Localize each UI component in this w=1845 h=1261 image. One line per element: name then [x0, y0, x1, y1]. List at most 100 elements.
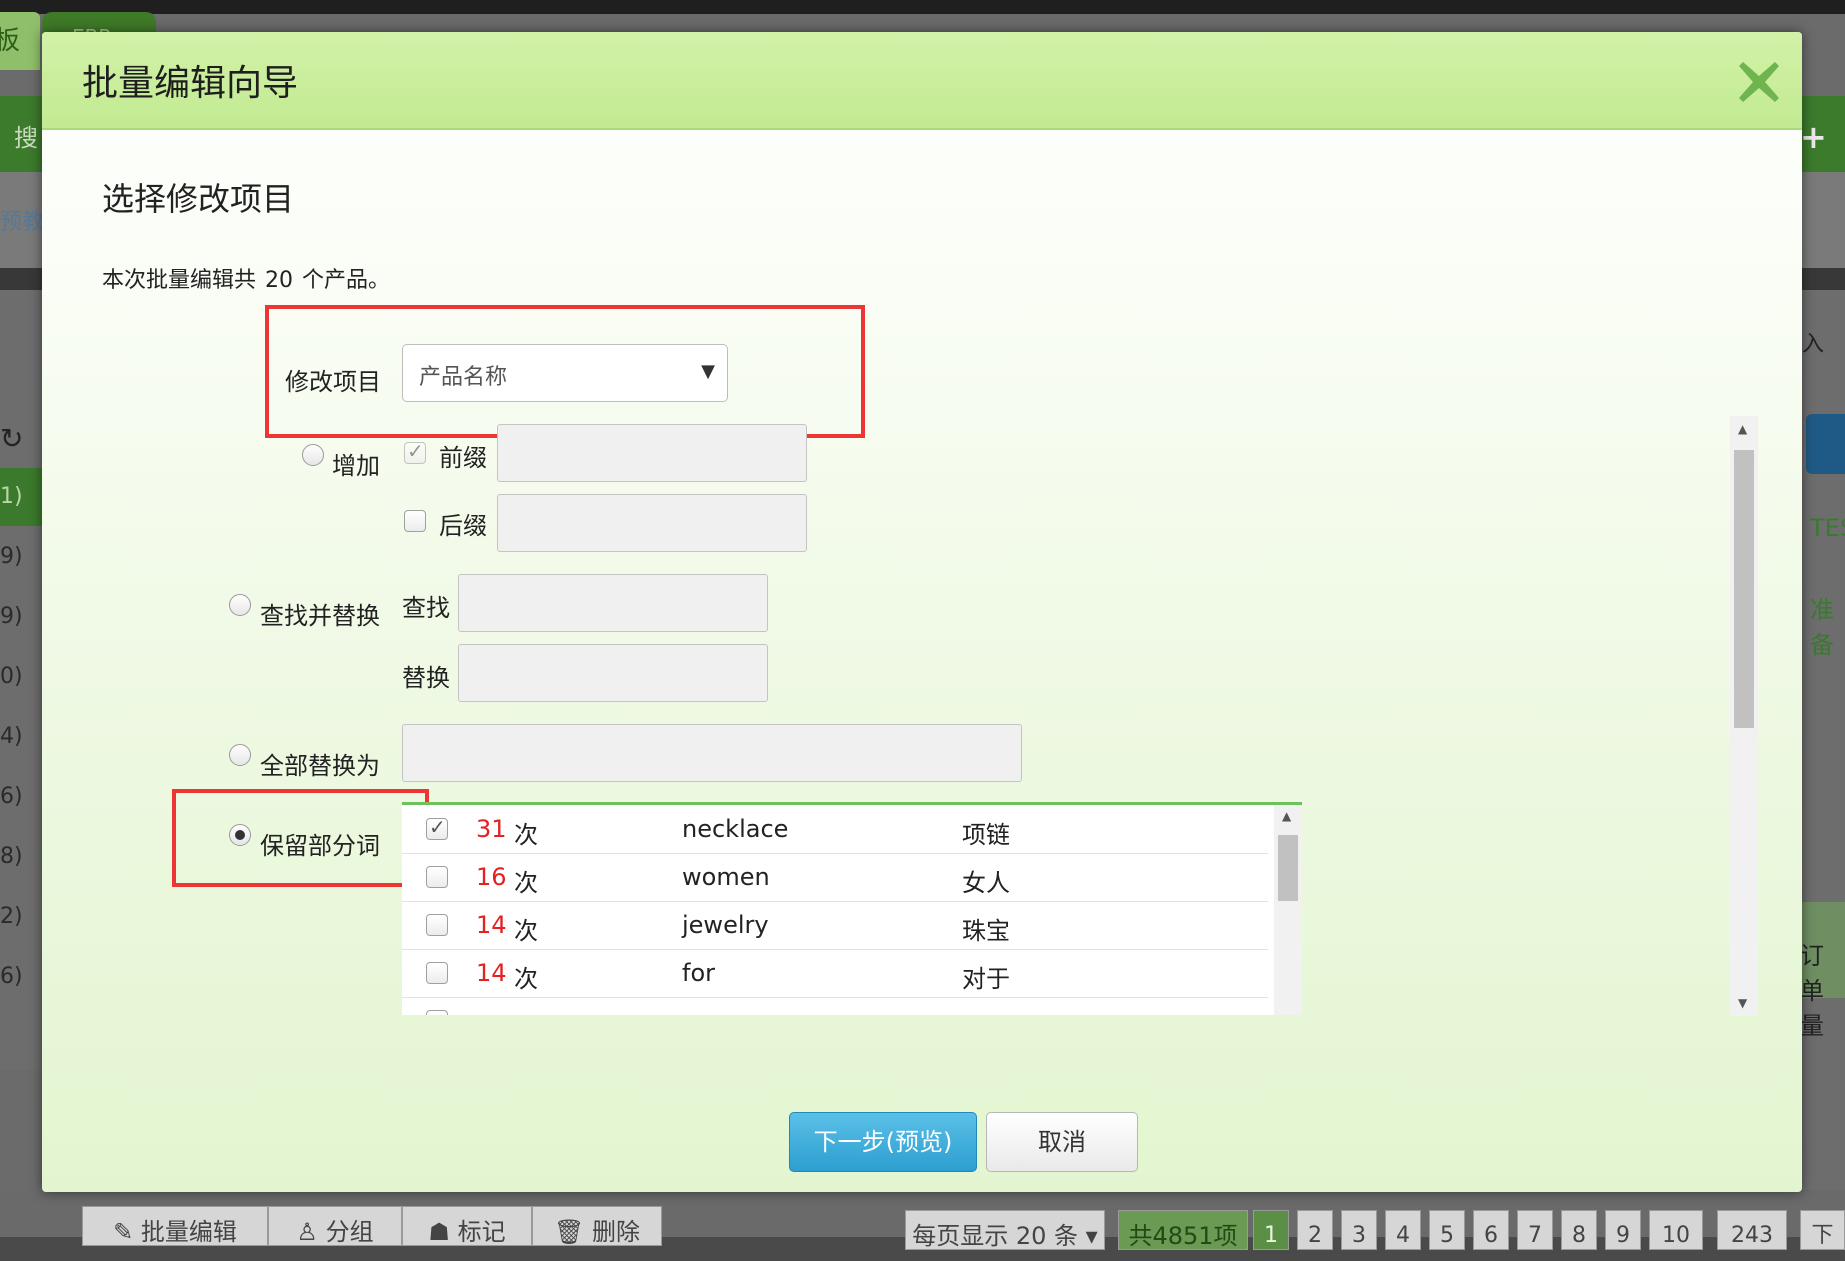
total-count: 共4851项 [1118, 1210, 1248, 1250]
replace-all-radio[interactable] [229, 744, 251, 766]
scroll-thumb[interactable] [1734, 450, 1754, 728]
section-title: 选择修改项目 [102, 180, 295, 218]
word-checkbox[interactable] [426, 1010, 448, 1015]
page-link[interactable]: 3 [1341, 1210, 1377, 1250]
page-link[interactable]: 10 [1649, 1210, 1703, 1250]
word-text: women [682, 863, 770, 891]
dialog-header: 批量编辑向导 [42, 32, 1802, 130]
top-bar [0, 0, 1845, 14]
find-replace-label: 查找并替换 [260, 602, 380, 630]
highlight-box [265, 305, 865, 438]
word-text: jewelry [682, 911, 769, 939]
suffix-label: 后缀 [439, 512, 487, 540]
list-item[interactable]: 31 次 necklace 项链 [402, 805, 1268, 854]
left-selected-item[interactable]: 1) [0, 468, 42, 526]
find-replace-radio[interactable] [229, 594, 251, 616]
search-icon[interactable]: 搜 [14, 118, 44, 152]
page-link[interactable]: 5 [1429, 1210, 1465, 1250]
bg-tab[interactable]: 板 [0, 12, 40, 70]
scroll-down-icon[interactable]: ▼ [1738, 996, 1747, 1010]
word-checkbox[interactable] [426, 914, 448, 936]
next-page-link[interactable]: 下 [1800, 1210, 1845, 1250]
scroll-thumb[interactable] [1278, 835, 1298, 901]
tag-button[interactable]: ☗ 标记 [402, 1206, 532, 1246]
dialog-scrollbar[interactable]: ▲ ▼ [1730, 416, 1758, 1016]
plus-icon[interactable]: + [1800, 118, 1827, 156]
highlight-box [172, 789, 429, 887]
count-unit: 次 [514, 869, 538, 897]
list-item[interactable]: 16 次 women 女人 [402, 853, 1268, 902]
word-text: necklace [682, 815, 789, 843]
per-page-select[interactable]: 每页显示 20 条 ▾ [905, 1210, 1105, 1250]
right-text: 准备 [1810, 596, 1834, 659]
count-prefix: 本次批量编辑共 [102, 268, 257, 293]
prefix-checkbox[interactable] [404, 439, 426, 464]
word-translation: 珠宝 [962, 917, 1010, 945]
left-count[interactable]: 9) [0, 604, 23, 629]
page-link[interactable]: 9 [1605, 1210, 1641, 1250]
refresh-icon[interactable]: ↻ [0, 422, 23, 455]
close-icon[interactable] [1735, 58, 1783, 106]
page-link[interactable]: 7 [1517, 1210, 1553, 1250]
suffix-checkbox[interactable] [404, 510, 426, 532]
count-suffix: 个产品。 [302, 268, 391, 293]
list-scrollbar[interactable]: ▲ [1274, 805, 1302, 1015]
add-label: 增加 [332, 452, 380, 480]
right-text: TES [1810, 514, 1845, 542]
word-checkbox[interactable] [426, 815, 448, 840]
word-count: 31 [476, 815, 507, 843]
prefix-label: 前缀 [439, 444, 487, 472]
page-link[interactable]: 4 [1385, 1210, 1421, 1250]
replace-all-label: 全部替换为 [260, 752, 380, 780]
page-link[interactable]: 243 [1717, 1210, 1787, 1250]
count-unit: 次 [514, 821, 538, 849]
left-count[interactable]: 6) [0, 964, 23, 989]
list-item[interactable] [402, 997, 1268, 1015]
left-count[interactable]: 2) [0, 904, 23, 929]
word-list: 31 次 necklace 项链 16 次 women 女人 14 次 jewe… [402, 802, 1302, 1015]
cancel-button[interactable]: 取消 [986, 1112, 1138, 1172]
suffix-input[interactable] [497, 494, 807, 552]
add-radio[interactable] [302, 444, 324, 466]
left-count[interactable]: 9) [0, 544, 23, 569]
word-text: for [682, 959, 715, 987]
scroll-up-icon[interactable]: ▲ [1738, 422, 1747, 436]
group-button[interactable]: ♙ 分组 [268, 1206, 402, 1246]
find-label: 查找 [402, 594, 450, 622]
find-input[interactable] [458, 574, 768, 632]
page-link[interactable]: 8 [1561, 1210, 1597, 1250]
word-translation: 项链 [962, 821, 1010, 849]
word-checkbox[interactable] [426, 866, 448, 888]
word-translation: 女人 [962, 869, 1010, 897]
page-link[interactable]: 1 [1253, 1210, 1289, 1250]
word-translation: 对于 [962, 965, 1010, 993]
count-value: 20 [265, 268, 294, 293]
list-item[interactable]: 14 次 for 对于 [402, 949, 1268, 998]
right-action-button[interactable] [1806, 414, 1845, 474]
prefix-input[interactable] [497, 424, 807, 482]
left-count[interactable]: 0) [0, 664, 23, 689]
batch-edit-button[interactable]: ✎ 批量编辑 [82, 1206, 268, 1246]
left-count[interactable]: 6) [0, 784, 23, 809]
word-count: 16 [476, 863, 507, 891]
word-checkbox[interactable] [426, 962, 448, 984]
replace-all-input[interactable] [402, 724, 1022, 782]
replace-input[interactable] [458, 644, 768, 702]
right-band-text: 订单量 [1800, 942, 1824, 1040]
delete-button[interactable]: 🗑 删除 [532, 1206, 662, 1246]
import-label[interactable]: 入 [1802, 326, 1824, 358]
word-count: 14 [476, 959, 507, 987]
left-count[interactable]: 8) [0, 844, 23, 869]
product-count-text: 本次批量编辑共 20 个产品。 [102, 262, 390, 294]
count-unit: 次 [514, 965, 538, 993]
replace-label: 替换 [402, 664, 450, 692]
scroll-up-icon[interactable]: ▲ [1282, 809, 1291, 823]
batch-edit-wizard-dialog: 批量编辑向导 选择修改项目 本次批量编辑共 20 个产品。 修改项目 产品名称 … [42, 32, 1802, 1192]
list-item[interactable]: 14 次 jewelry 珠宝 [402, 901, 1268, 950]
left-count[interactable]: 4) [0, 724, 23, 749]
word-count: 14 [476, 911, 507, 939]
count-unit: 次 [514, 917, 538, 945]
next-preview-button[interactable]: 下一步(预览) [789, 1112, 977, 1172]
page-link[interactable]: 6 [1473, 1210, 1509, 1250]
page-link[interactable]: 2 [1297, 1210, 1333, 1250]
